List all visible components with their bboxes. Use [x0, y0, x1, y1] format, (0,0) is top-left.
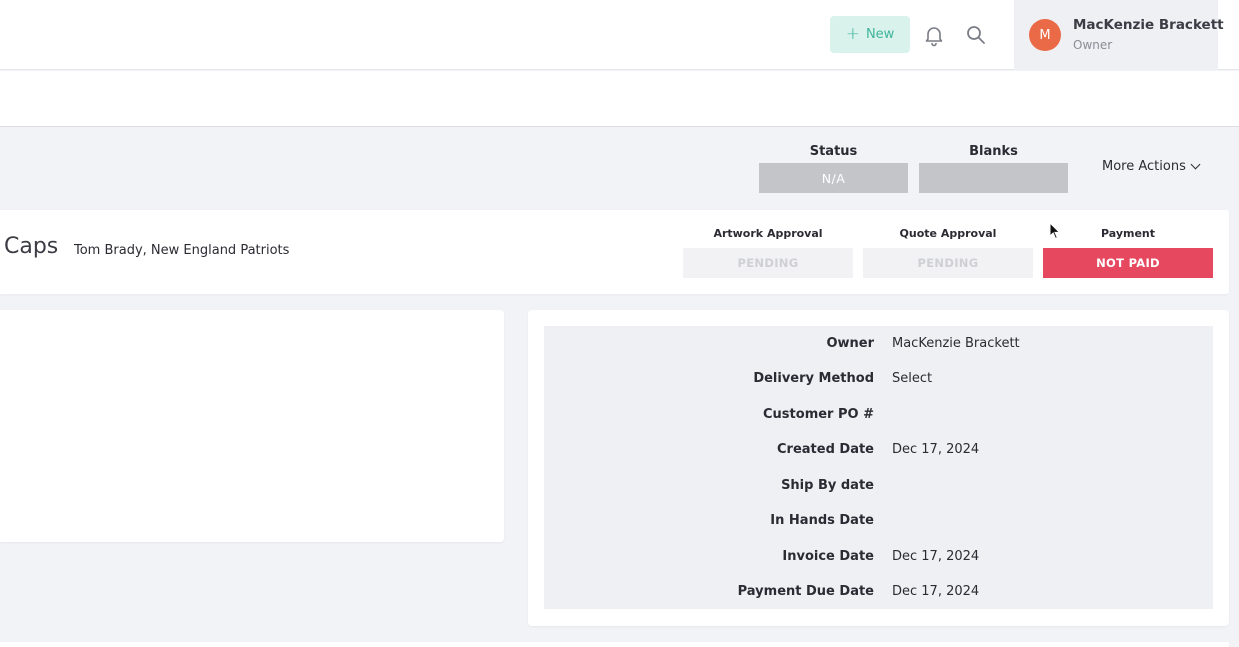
detail-row-owner[interactable]: Owner MacKenzie Brackett	[544, 336, 1213, 356]
chevron-down-icon	[1190, 159, 1201, 170]
detail-label: Invoice Date	[782, 549, 874, 564]
blanks-select[interactable]	[919, 163, 1068, 193]
order-header-card: Caps Tom Brady, New England Patriots Art…	[0, 210, 1229, 294]
detail-value: Dec 17, 2024	[892, 549, 980, 564]
detail-label: Payment Due Date	[737, 584, 874, 599]
quote-approval-badge[interactable]: PENDING	[863, 248, 1033, 278]
detail-label: Owner	[826, 336, 874, 351]
artwork-approval-label: Artwork Approval	[713, 227, 823, 240]
mouse-cursor-icon	[1049, 222, 1061, 240]
detail-row-in-hands-date[interactable]: In Hands Date	[544, 513, 1213, 533]
artwork-approval-badge[interactable]: PENDING	[683, 248, 853, 278]
new-button-label: New	[865, 27, 895, 42]
detail-value: Select	[892, 371, 933, 386]
sub-header-bar	[0, 71, 1239, 127]
detail-row-ship-by-date[interactable]: Ship By date	[544, 478, 1213, 498]
detail-row-invoice-date[interactable]: Invoice Date Dec 17, 2024	[544, 549, 1213, 569]
detail-value: MacKenzie Brackett	[892, 336, 1020, 351]
blanks-label: Blanks	[969, 144, 1018, 159]
more-actions-label: More Actions	[1102, 159, 1186, 174]
detail-label: Ship By date	[781, 478, 874, 493]
order-details-card: Owner MacKenzie Brackett Delivery Method…	[528, 310, 1229, 626]
detail-label: Created Date	[777, 442, 874, 457]
order-title: Caps	[4, 234, 59, 259]
detail-row-customer-po[interactable]: Customer PO #	[544, 407, 1213, 427]
top-bar: + New M MacKenzie Brackett Owner	[0, 0, 1239, 70]
user-menu[interactable]: M MacKenzie Brackett Owner	[1014, 0, 1224, 70]
order-info-card: l	[0, 310, 504, 542]
quote-approval-label: Quote Approval	[899, 227, 997, 240]
order-customer: Tom Brady, New England Patriots	[74, 243, 290, 258]
status-label: Status	[809, 144, 858, 159]
payment-label: Payment	[1100, 227, 1156, 240]
detail-row-created-date[interactable]: Created Date Dec 17, 2024	[544, 442, 1213, 462]
user-role: Owner	[1073, 38, 1113, 52]
bottom-card	[0, 642, 1229, 647]
new-button[interactable]: + New	[830, 16, 910, 53]
search-icon[interactable]	[964, 23, 988, 47]
user-name: MacKenzie Brackett	[1073, 17, 1224, 33]
detail-row-delivery-method[interactable]: Delivery Method Select	[544, 371, 1213, 391]
more-actions-button[interactable]: More Actions	[1102, 159, 1201, 174]
detail-value: Dec 17, 2024	[892, 442, 980, 457]
detail-label: Customer PO #	[763, 407, 874, 422]
detail-row-payment-due-date[interactable]: Payment Due Date Dec 17, 2024	[544, 584, 1213, 604]
detail-label: In Hands Date	[770, 513, 874, 528]
status-select[interactable]: N/A	[759, 163, 908, 193]
bell-icon[interactable]	[922, 23, 946, 47]
detail-label: Delivery Method	[753, 371, 874, 386]
detail-value: Dec 17, 2024	[892, 584, 980, 599]
plus-icon: +	[845, 24, 860, 44]
details-panel: Owner MacKenzie Brackett Delivery Method…	[544, 326, 1213, 609]
payment-status-badge[interactable]: NOT PAID	[1043, 248, 1213, 278]
avatar: M	[1029, 19, 1061, 51]
